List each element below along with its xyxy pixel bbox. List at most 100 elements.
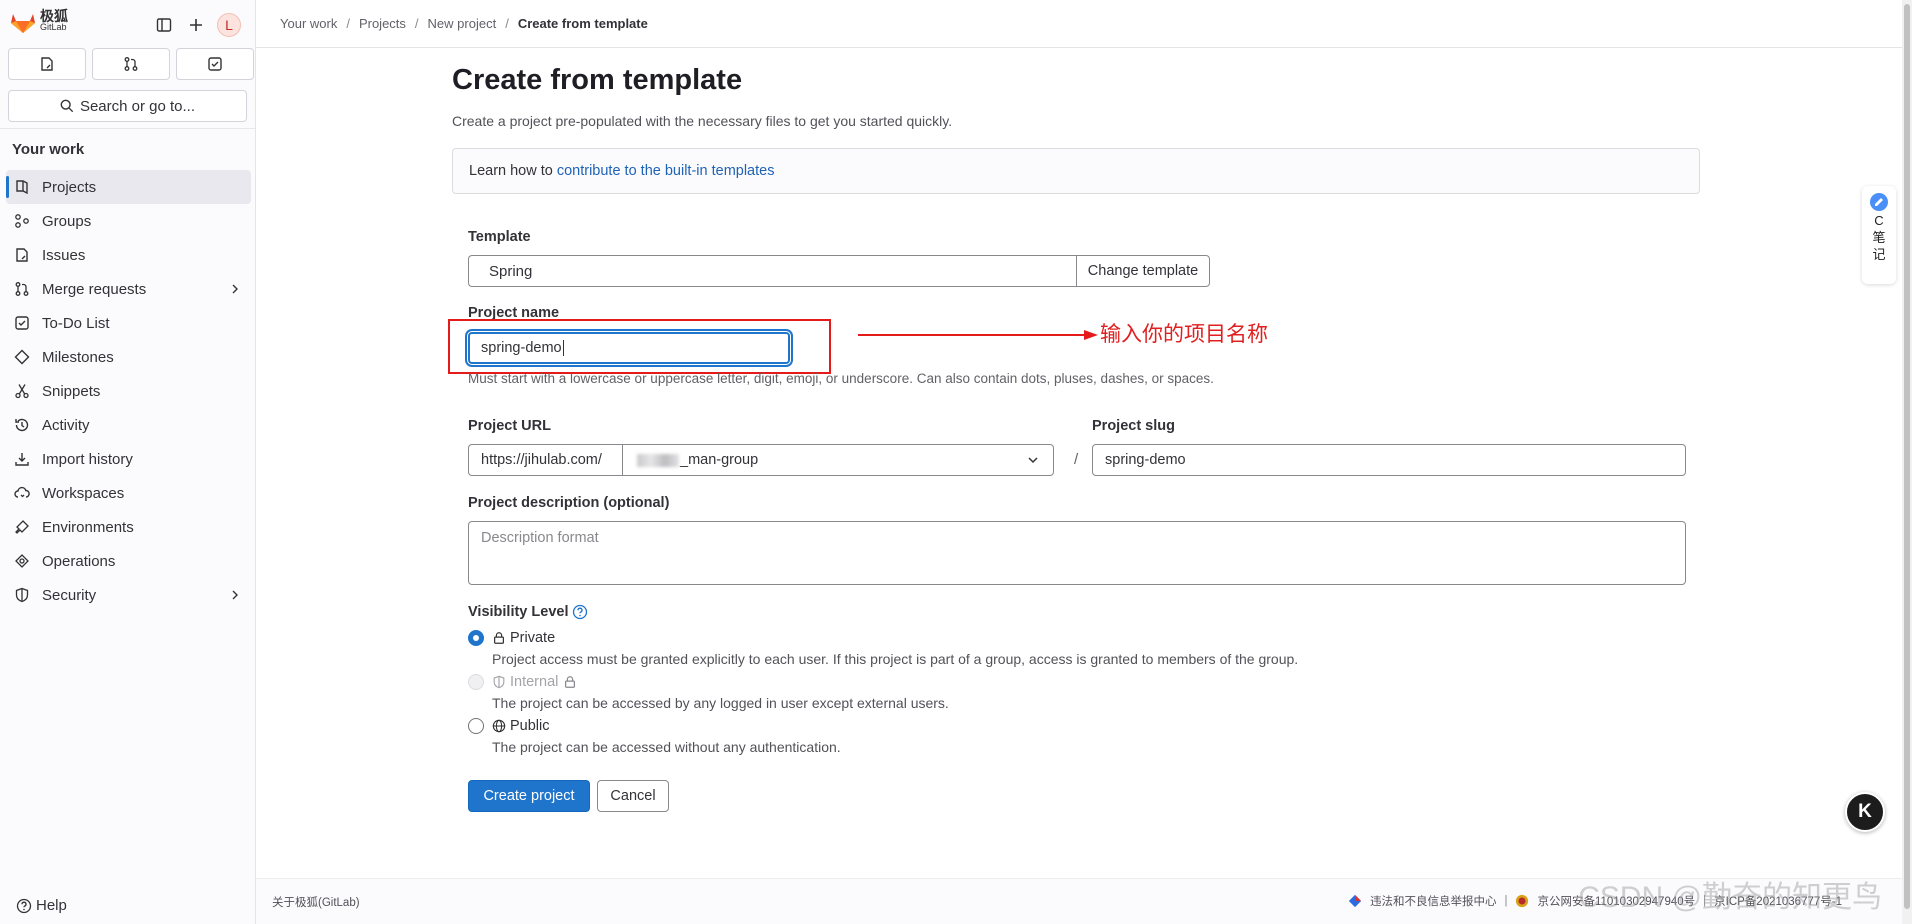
deployments-icon	[14, 553, 30, 569]
chevron-down-icon	[1028, 457, 1038, 464]
footer: 关于极狐(GitLab) 违法和不良信息举报中心 | 京公网安备11010302…	[256, 878, 1902, 924]
template-label: Template	[468, 229, 531, 245]
sidebar-item-environments[interactable]: Environments	[6, 510, 251, 544]
lock-icon	[565, 676, 576, 688]
annotation-arrow-icon	[858, 330, 1098, 340]
toggle-sidebar-button[interactable]	[153, 14, 175, 36]
templates-link[interactable]: contribute to the built-in templates	[557, 163, 775, 179]
sidebar-item-merge-requests[interactable]: Merge requests	[6, 272, 251, 306]
sidebar-item-label: Security	[42, 586, 97, 604]
private-help: Project access must be granted explicitl…	[492, 651, 1299, 667]
url-prefix: https://jihulab.com/	[468, 444, 622, 476]
avatar[interactable]: L	[217, 13, 241, 37]
k-floating-button[interactable]: K	[1845, 792, 1885, 832]
visibility-label: Visibility Level	[468, 604, 588, 620]
breadcrumb-current[interactable]: Create from template	[518, 16, 648, 31]
sidebar-item-milestones[interactable]: Milestones	[6, 340, 251, 374]
sidebar-item-label: Issues	[42, 246, 86, 264]
main-content: Create from template Create a project pr…	[256, 48, 1902, 878]
group-icon	[14, 213, 30, 229]
sidebar-item-operations[interactable]: Operations	[6, 544, 251, 578]
sidebar-item-label: Merge requests	[42, 280, 147, 298]
search-icon	[60, 99, 74, 113]
search-label: Search or go to...	[79, 97, 196, 115]
change-template-button[interactable]: Change template	[1076, 255, 1210, 287]
sidebar-item-label: To-Do List	[42, 314, 110, 332]
namespace-select[interactable]: _man-group	[622, 444, 1054, 476]
internal-radio	[468, 674, 484, 690]
sidebar-item-import-history[interactable]: Import history	[6, 442, 251, 476]
internal-help: The project can be accessed by any logge…	[492, 695, 949, 711]
police-badge-icon	[1516, 894, 1529, 908]
breadcrumb: Your work / Projects / New project / Cre…	[256, 0, 1902, 48]
todo-icon	[14, 315, 30, 331]
sidebar-item-todo-list[interactable]: To-Do List	[6, 306, 251, 340]
info-prefix: Learn how to	[469, 163, 553, 179]
chevron-right-icon	[232, 284, 238, 294]
cancel-button[interactable]: Cancel	[597, 780, 669, 812]
sidebar-item-groups[interactable]: Groups	[6, 204, 251, 238]
sidebar-item-label: Snippets	[42, 382, 101, 400]
gitlab-logo[interactable]: 极狐 GitLab	[10, 8, 68, 34]
assigned-issues-button[interactable]	[8, 48, 86, 80]
todo-items-button[interactable]	[176, 48, 254, 80]
info-box: Learn how to contribute to the built-in …	[452, 148, 1700, 194]
footer-separator: |	[1504, 895, 1508, 907]
sidebar-divider	[0, 128, 255, 129]
redacted-text	[637, 453, 679, 467]
create-new-button[interactable]	[185, 14, 207, 36]
help-button[interactable]: Help	[16, 897, 67, 914]
private-radio[interactable]	[468, 630, 484, 646]
page-description: Create a project pre-populated with the …	[452, 113, 953, 129]
breadcrumb-separator: /	[414, 16, 419, 31]
annotation-text: 输入你的项目名称	[1100, 323, 1268, 346]
sidebar-item-snippets[interactable]: Snippets	[6, 374, 251, 408]
search-button[interactable]: Search or go to...	[8, 90, 247, 122]
sidebar-item-label: Milestones	[42, 348, 114, 366]
merge-requests-button[interactable]	[92, 48, 170, 80]
sidebar-item-label: Environments	[42, 518, 134, 536]
project-slug-input[interactable]: spring-demo	[1092, 444, 1686, 476]
footer-report-link[interactable]: 违法和不良信息举报中心	[1370, 893, 1497, 909]
shield-icon	[14, 587, 30, 603]
question-icon[interactable]	[572, 604, 588, 620]
note-char-2: 笔	[1872, 230, 1886, 245]
sidebar-item-label: Activity	[42, 416, 90, 434]
breadcrumb-separator: /	[346, 16, 350, 31]
scrollbar[interactable]	[1902, 0, 1912, 924]
todo-icon	[208, 57, 222, 71]
note-icon	[1870, 193, 1888, 211]
description-textarea[interactable]: Description format	[468, 521, 1686, 585]
report-icon	[1348, 894, 1362, 908]
milestone-icon	[14, 349, 30, 365]
sidebar-item-projects[interactable]: Projects	[6, 170, 251, 204]
globe-icon	[492, 719, 506, 733]
note-char-3: 记	[1872, 247, 1886, 262]
breadcrumb-new-project[interactable]: New project	[428, 16, 497, 31]
create-project-button[interactable]: Create project	[468, 780, 590, 812]
breadcrumb-your-work[interactable]: Your work	[280, 16, 337, 31]
sidebar-icon	[156, 18, 172, 32]
footer-about-link[interactable]: 关于极狐(GitLab)	[272, 894, 360, 910]
sidebar-item-label: Operations	[42, 552, 116, 570]
sidebar-item-workspaces[interactable]: Workspaces	[6, 476, 251, 510]
project-name-value: spring-demo	[481, 340, 562, 356]
logo-cn-text: 极狐	[40, 8, 68, 24]
watermark: CSDN @勤奋的知更鸟	[1578, 881, 1882, 914]
sidebar-item-security[interactable]: Security	[6, 578, 251, 612]
import-icon	[14, 451, 30, 467]
issues-icon	[14, 247, 30, 263]
merge-request-icon	[14, 281, 30, 297]
public-radio[interactable]	[468, 718, 484, 734]
breadcrumb-projects[interactable]: Projects	[359, 16, 406, 31]
sidebar-item-activity[interactable]: Activity	[6, 408, 251, 442]
sidebar: 极狐 GitLab L Search or go to... Your work…	[0, 0, 256, 924]
project-name-input[interactable]: spring-demo	[468, 332, 790, 364]
workspace-icon	[14, 485, 30, 501]
visibility-public[interactable]: Public	[468, 718, 550, 734]
scrollbar-thumb[interactable]	[1904, 4, 1910, 909]
note-widget[interactable]: C 笔 记	[1862, 186, 1896, 284]
visibility-private[interactable]: Private	[468, 630, 555, 646]
history-icon	[14, 417, 30, 433]
sidebar-item-issues[interactable]: Issues	[6, 238, 251, 272]
